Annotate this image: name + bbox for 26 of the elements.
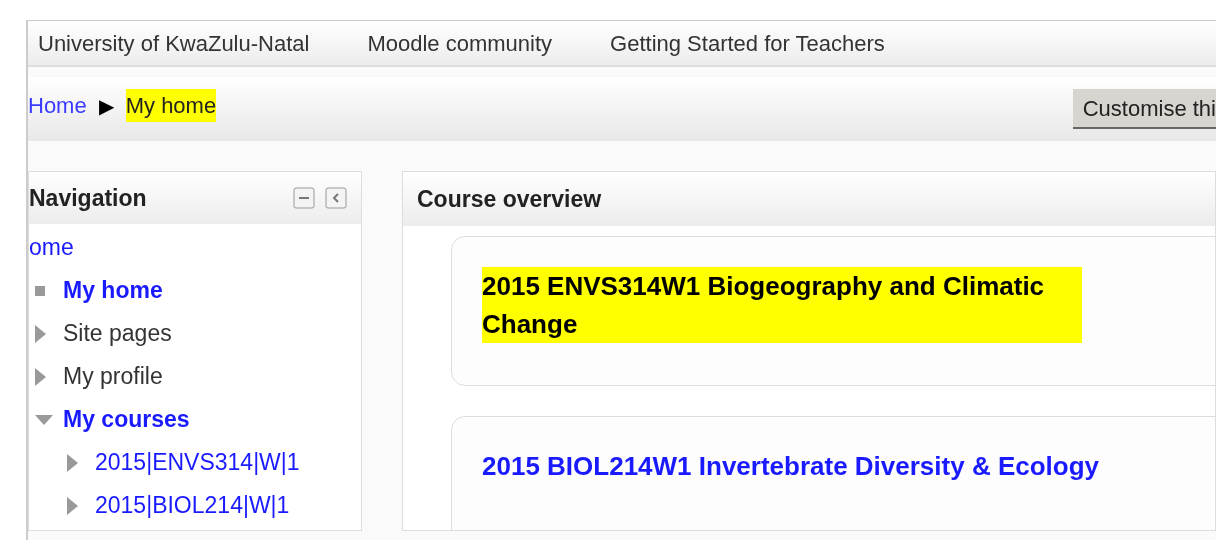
customise-button[interactable]: Customise thi [1072,89,1216,129]
nav-link[interactable]: My home [63,273,163,308]
course-title-link[interactable]: 2015 ENVS314W1 Biogeography and Climatic Change [482,267,1082,343]
menu-link[interactable]: Moodle community [367,26,553,60]
nav-link[interactable]: ome [29,230,74,265]
course-title-link[interactable]: 2015 BIOL214W1 Invertebrate Diversity & Ecology [482,447,1100,485]
bullet-icon [35,285,45,296]
panel-title: Navigation [29,183,147,213]
nav-link[interactable]: 2015|ENVS314|W|1 [95,445,300,480]
panel-title: Course overview [417,184,602,214]
nav-link[interactable]: My profile [63,359,163,394]
breadcrumb-link[interactable]: Home [28,89,87,122]
breadcrumb-separator: ▶ [98,93,114,119]
collapsed-arrow-icon[interactable] [67,453,78,472]
expanded-arrow-icon[interactable] [35,414,53,425]
nav-link[interactable]: 2015|BIOL214|W|1 [95,488,290,523]
menu-link[interactable]: Getting Started for Teachers [610,26,885,60]
minimize-icon[interactable] [293,187,315,209]
breadcrumb-link[interactable]: My home [125,89,217,122]
nav-link[interactable]: My courses [63,402,190,437]
collapsed-arrow-icon[interactable] [67,496,78,515]
menu-link[interactable]: University of KwaZulu-Natal [38,26,310,60]
collapsed-arrow-icon[interactable] [35,367,46,386]
collapsed-arrow-icon[interactable] [35,324,46,343]
nav-link[interactable]: Site pages [63,316,172,351]
dock-icon[interactable] [325,187,347,209]
